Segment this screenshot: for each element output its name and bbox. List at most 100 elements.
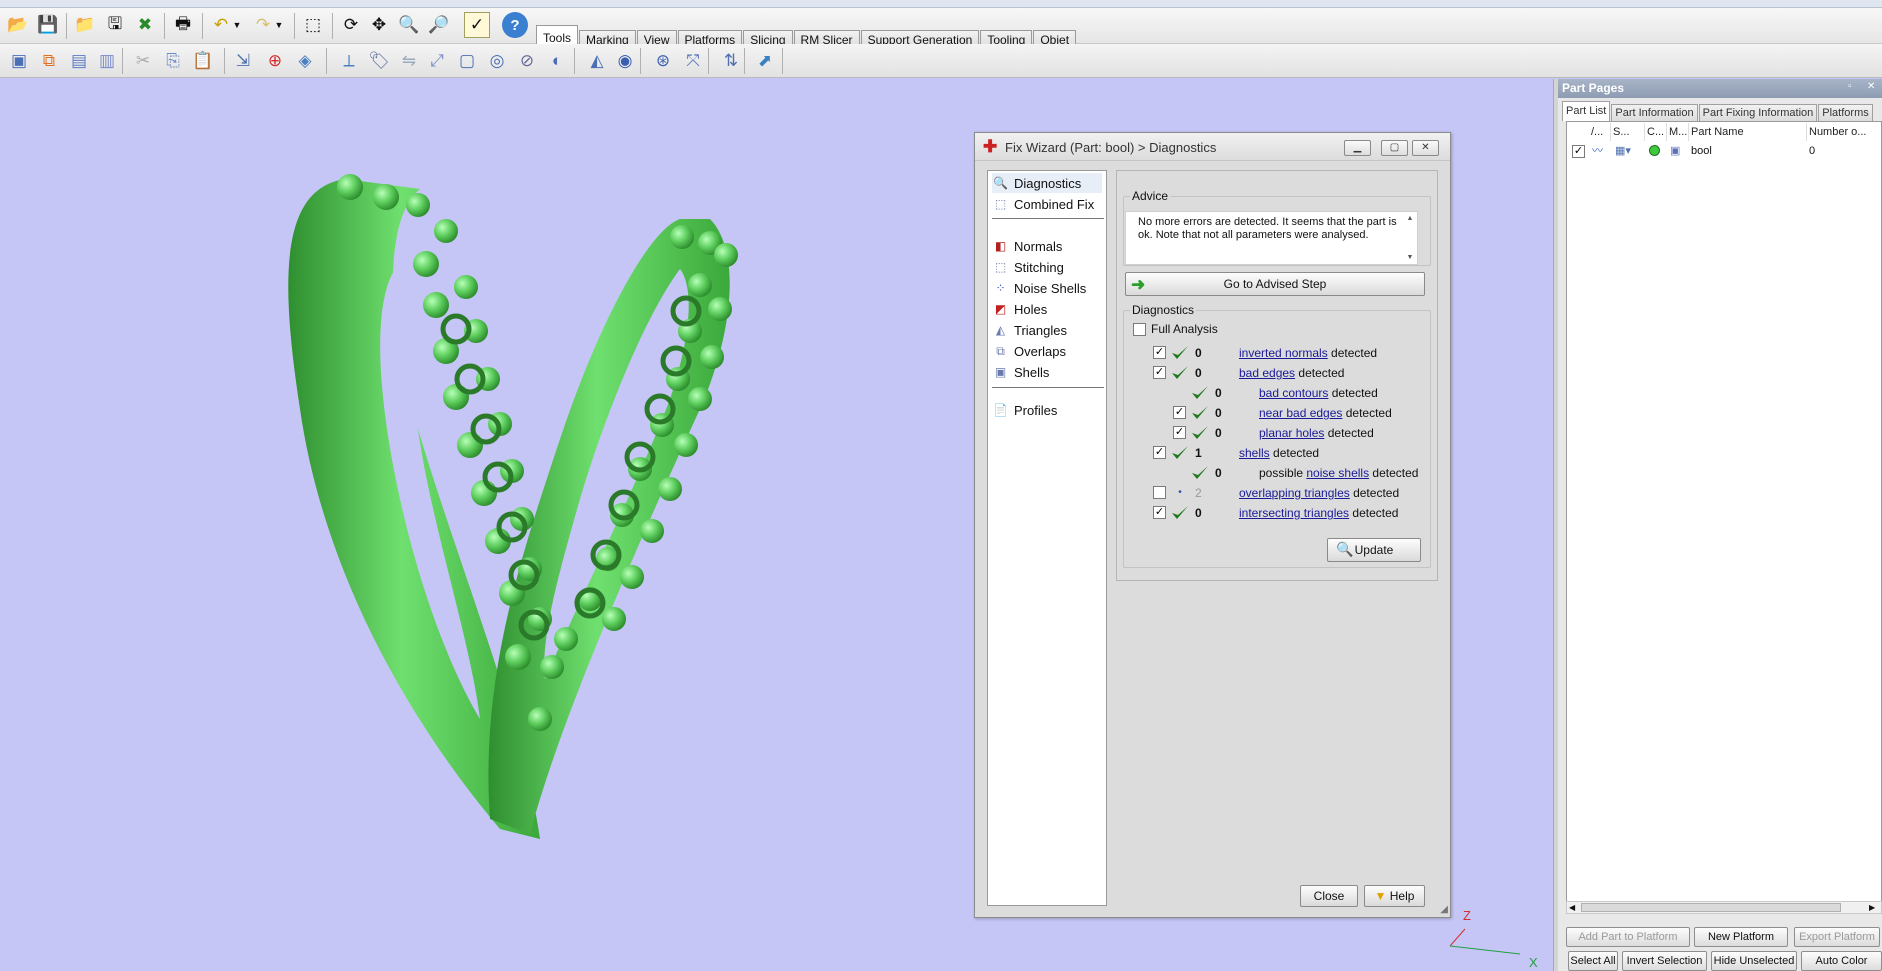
mirror-icon[interactable]: ⇋ [396, 48, 422, 74]
diagnostic-link[interactable]: intersecting triangles [1239, 506, 1349, 520]
advice-textbox[interactable]: No more errors are detected. It seems th… [1125, 211, 1418, 265]
rotate-icon[interactable]: ⟳ [338, 12, 364, 38]
select-icon[interactable]: ⬚ [300, 12, 326, 38]
scroll-right-icon[interactable]: ▶ [1869, 903, 1875, 912]
cut-icon[interactable]: ▤ [66, 48, 92, 74]
go-to-advised-step-button[interactable]: ➜ Go to Advised Step [1125, 272, 1425, 296]
diagnostic-link[interactable]: bad edges [1239, 366, 1295, 380]
dialog-titlebar[interactable]: ✚ Fix Wizard (Part: bool) > Diagnostics … [975, 133, 1450, 161]
sort-icon[interactable]: ⇅ [718, 48, 744, 74]
render-icon[interactable]: ◉ [612, 48, 638, 74]
hide-unselected-button[interactable]: Hide Unselected [1711, 951, 1797, 971]
open-icon[interactable]: 📂 [5, 12, 31, 38]
diagnostic-checkbox[interactable]: ✓ [1153, 506, 1166, 519]
scroll-left-icon[interactable]: ◀ [1569, 903, 1575, 912]
save-icon[interactable]: 💾 [35, 12, 61, 38]
nav-item-normals[interactable]: ◧ Normals [992, 236, 1063, 256]
diagnostic-link[interactable]: shells [1239, 446, 1270, 460]
diagnostic-checkbox[interactable]: ✓ [1173, 406, 1186, 419]
panel-pin-icon[interactable]: ▫ [1848, 81, 1852, 92]
nav-item-noise-shells[interactable]: ⁘ Noise Shells [992, 278, 1086, 298]
invert-selection-button[interactable]: Invert Selection [1622, 951, 1707, 971]
nav-item-profiles[interactable]: 📄 Profiles [992, 400, 1057, 420]
update-button[interactable]: 🔍 Update [1327, 538, 1421, 562]
pan-icon[interactable]: ✥ [366, 12, 392, 38]
diagnostic-link[interactable]: noise shells [1306, 466, 1369, 480]
column-header[interactable]: Number o... [1807, 123, 1882, 141]
measure-icon[interactable]: ⟂ [336, 48, 362, 74]
maximize-button[interactable]: ▢ [1381, 140, 1408, 156]
translate-icon[interactable]: ⇲ [230, 48, 256, 74]
zoom-icon[interactable]: 🔍 [396, 12, 422, 38]
part-visible-checkbox[interactable]: ✓ [1572, 145, 1585, 158]
nav-item-diagnostics[interactable]: 🔍 Diagnostics [992, 173, 1102, 193]
hollow-icon[interactable]: ◎ [484, 48, 510, 74]
redo-dropdown-icon[interactable]: ▼ [272, 12, 286, 38]
part-tools-icon[interactable]: ⧉ [36, 48, 62, 74]
close-button[interactable]: Close [1300, 885, 1358, 907]
nav-item-combined-fix[interactable]: ⬚ Combined Fix [992, 194, 1094, 214]
zoom-window-icon[interactable]: 🔎 [426, 12, 452, 38]
column-header[interactable]: S... [1611, 123, 1645, 141]
resize-grip-icon[interactable]: ◢ [1440, 904, 1448, 915]
diagnostic-link[interactable]: inverted normals [1239, 346, 1328, 360]
help-icon[interactable]: ? [502, 12, 528, 38]
full-analysis-checkbox[interactable] [1133, 323, 1146, 336]
add-part-icon[interactable]: ⊕ [262, 48, 288, 74]
column-header[interactable]: /... [1589, 123, 1611, 141]
tab-part-fixing-information[interactable]: Part Fixing Information [1698, 104, 1818, 121]
tab-part-information[interactable]: Part Information [1611, 104, 1698, 121]
label-icon[interactable]: 🏷 [366, 48, 392, 74]
paste-icon[interactable]: 📋 [190, 48, 216, 74]
auto-color-button[interactable]: Auto Color [1801, 951, 1882, 971]
duplicate-icon[interactable]: ▥ [94, 48, 120, 74]
diagnostic-checkbox[interactable]: ✓ [1153, 366, 1166, 379]
close-part-icon[interactable]: ✖ [132, 12, 158, 38]
add-part-to-platform-button[interactable]: Add Part to Platform [1566, 927, 1690, 947]
undo-dropdown-icon[interactable]: ▼ [230, 12, 244, 38]
diagnostic-link[interactable]: overlapping triangles [1239, 486, 1350, 500]
perspective-icon[interactable]: ◭ [584, 48, 610, 74]
open-folder-icon[interactable]: 📁 [72, 12, 98, 38]
select-all-button[interactable]: Select All [1568, 951, 1618, 971]
sphere-icon[interactable]: ⊛ [650, 48, 676, 74]
nav-item-triangles[interactable]: ◭ Triangles [992, 320, 1067, 340]
column-header[interactable]: Part Name [1689, 123, 1807, 141]
scissors-icon[interactable]: ✂ [130, 48, 156, 74]
close-window-button[interactable]: ✕ [1412, 140, 1439, 156]
nav-item-overlaps[interactable]: ⧉ Overlaps [992, 341, 1066, 361]
tab-part-list[interactable]: Part List [1562, 101, 1611, 121]
export-platform-button[interactable]: Export Platform [1794, 927, 1880, 947]
save-as-icon[interactable]: 🖫 [102, 12, 128, 38]
unify-icon[interactable]: ◈ [292, 48, 318, 74]
horizontal-scrollbar[interactable]: ◀ ▶ [1566, 901, 1882, 914]
import-part-icon[interactable]: ▣ [6, 48, 32, 74]
diagnostic-checkbox[interactable]: ✓ [1173, 426, 1186, 439]
part-shape-icon[interactable]: ▦▾ [1615, 142, 1631, 160]
diagnostic-link[interactable]: planar holes [1259, 426, 1324, 440]
diagnostic-checkbox[interactable]: ✓ [1153, 346, 1166, 359]
checklist-icon[interactable]: ✓ [464, 12, 490, 38]
transform-icon[interactable]: ⤧ [680, 48, 706, 74]
diagnostic-checkbox[interactable]: ✓ [1153, 446, 1166, 459]
tab-platforms[interactable]: Platforms [1818, 104, 1873, 121]
new-platform-button[interactable]: New Platform [1694, 927, 1788, 947]
export-icon[interactable]: ⬈ [752, 48, 778, 74]
shade-icon[interactable]: ◐ [544, 48, 570, 74]
print-icon[interactable]: 🖶 [170, 12, 196, 38]
copy-icon[interactable]: ⎘ [160, 48, 186, 74]
scale-icon[interactable]: ⤢ [424, 48, 450, 74]
part-list-table[interactable]: /... S... C... M... Part Name Number o..… [1566, 121, 1882, 909]
scroll-thumb[interactable] [1581, 903, 1841, 912]
column-header[interactable]: M... [1667, 123, 1689, 141]
diagnostic-link[interactable]: bad contours [1259, 386, 1328, 400]
diagnostic-checkbox[interactable]: ✓ [1153, 486, 1166, 499]
minimize-button[interactable]: ▁ [1344, 140, 1371, 156]
section-icon[interactable]: ⊘ [514, 48, 540, 74]
nav-item-holes[interactable]: ◩ Holes [992, 299, 1047, 319]
nav-item-stitching[interactable]: ⬚ Stitching [992, 257, 1064, 277]
panel-close-icon[interactable]: ✕ [1867, 81, 1875, 92]
advice-scrollbar[interactable]: ▲ ▼ [1403, 212, 1417, 264]
help-button[interactable]: ▼ Help [1364, 885, 1425, 907]
nav-item-shells[interactable]: ▣ Shells [992, 362, 1050, 382]
